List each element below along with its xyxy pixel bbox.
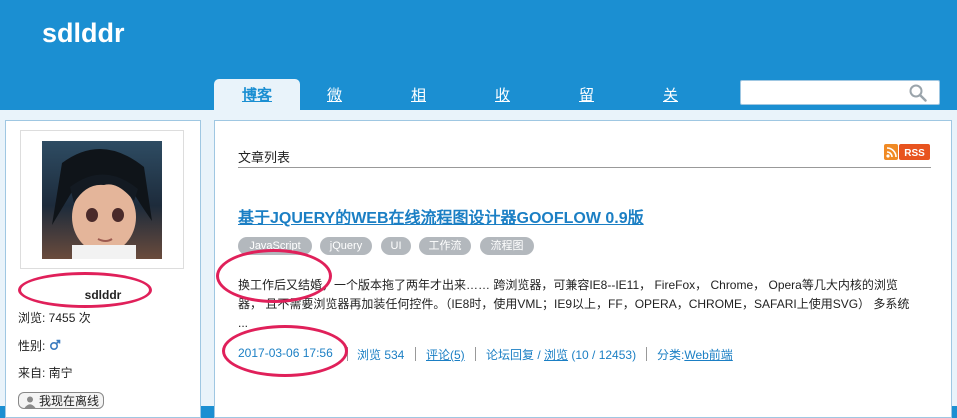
location: 来自: 南宁 bbox=[18, 366, 73, 380]
sidebar: sdlddr 浏览: 7455 次 性别: 来自: 南宁 我现在离线 bbox=[5, 120, 201, 418]
post-title-link[interactable]: 基于JQUERY的WEB在线流程图设计器GOOFLOW 0.9版 bbox=[238, 204, 644, 228]
category-link[interactable]: Web前端 bbox=[684, 348, 732, 362]
highlight-excerpt-annotation bbox=[216, 249, 332, 303]
category-prefix: 分类: bbox=[657, 348, 685, 362]
excerpt-line: 换工作后又结婚，一个版本拖了两年才出来…… 跨浏览器，可兼容IE8--IE11，… bbox=[238, 278, 898, 292]
tab-guestbook[interactable]: 留言 bbox=[579, 79, 594, 137]
rss-label: RSS bbox=[904, 148, 925, 159]
forum-browse-link[interactable]: 浏览 bbox=[544, 348, 568, 362]
tab-album[interactable]: 相册 bbox=[411, 79, 426, 137]
gender-label: 性别: bbox=[18, 339, 46, 353]
site-title[interactable]: sdlddr bbox=[42, 18, 125, 49]
comments-link[interactable]: 评论(5) bbox=[426, 346, 465, 363]
meta-separator bbox=[475, 347, 476, 361]
tab-blog[interactable]: 博客 bbox=[214, 79, 300, 110]
article-list-panel: 文章列表 RSS 基于JQUERY的WEB在线流程图设计器GOOFLOW 0.9… bbox=[214, 120, 952, 418]
highlight-date-annotation bbox=[222, 325, 348, 377]
user-offline-icon bbox=[24, 396, 36, 408]
offline-status-button[interactable]: 我现在离线 bbox=[18, 392, 104, 409]
rss-icon[interactable]: RSS bbox=[884, 144, 930, 160]
views-count: 浏览: 7455 次 bbox=[18, 311, 91, 325]
forum-replies: 论坛回复 / 浏览 (10 / 12453) bbox=[486, 346, 636, 363]
tag-workflow[interactable]: 工作流 bbox=[419, 237, 471, 255]
forum-prefix: 论坛回复 / bbox=[486, 348, 545, 362]
article-list-title: 文章列表 bbox=[238, 150, 291, 165]
tag-jquery[interactable]: jQuery bbox=[320, 237, 372, 255]
tag-flowchart[interactable]: 流程图 bbox=[480, 237, 534, 255]
excerpt-line: 器， 且不需要浏览器再加装任何控件。（IE8时，使用VML；IE9以上，FF，O… bbox=[238, 297, 910, 311]
meta-separator bbox=[646, 347, 647, 361]
excerpt-line: ... bbox=[238, 316, 249, 330]
divider bbox=[238, 167, 931, 168]
post-views: 浏览 534 bbox=[357, 348, 405, 362]
content-area: sdlddr 浏览: 7455 次 性别: 来自: 南宁 我现在离线 文章列表 bbox=[0, 110, 957, 418]
header: sdlddr 博客 微博 相册 收藏 留言 关于我 bbox=[0, 0, 957, 170]
post-category: 分类:Web前端 bbox=[657, 346, 733, 363]
meta-separator bbox=[415, 347, 416, 361]
tab-weibo[interactable]: 微博 bbox=[327, 79, 342, 137]
search-icon[interactable] bbox=[909, 84, 927, 102]
tab-favorites[interactable]: 收藏 bbox=[495, 79, 510, 137]
tab-about[interactable]: 关于我 bbox=[663, 79, 678, 170]
gender-row: 性别: bbox=[18, 337, 61, 354]
avatar-image bbox=[52, 148, 152, 259]
forum-counts: (10 / 12453) bbox=[568, 348, 637, 362]
tag-ui[interactable]: UI bbox=[381, 237, 411, 255]
male-icon bbox=[49, 339, 60, 351]
avatar-frame bbox=[20, 130, 184, 269]
search-input[interactable] bbox=[740, 80, 940, 105]
avatar[interactable] bbox=[42, 141, 162, 259]
highlight-username-annotation bbox=[18, 272, 152, 308]
post-excerpt: 换工作后又结婚，一个版本拖了两年才出来…… 跨浏览器，可兼容IE8--IE11，… bbox=[238, 276, 938, 333]
